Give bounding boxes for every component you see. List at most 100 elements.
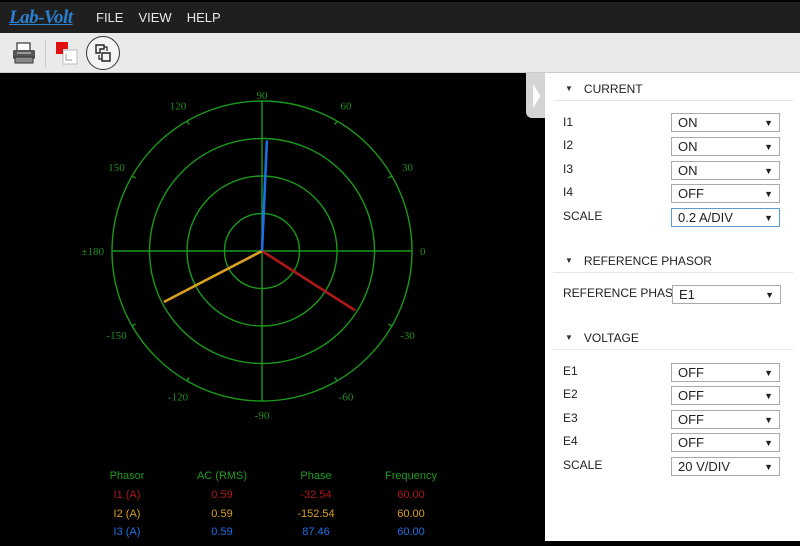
menu-bar: Lab-Volt FILE VIEW HELP bbox=[0, 0, 800, 33]
voltage-scale-label: SCALE bbox=[563, 458, 603, 472]
collapse-triangle-icon: ▼ bbox=[565, 333, 573, 342]
phasor-3 bbox=[260, 140, 269, 252]
table-header-phase: Phase bbox=[300, 470, 332, 482]
toolbar-separator bbox=[45, 39, 46, 67]
angle-label: -150 bbox=[106, 330, 127, 342]
angle-label: ±180 bbox=[81, 246, 104, 258]
dropdown-arrow-icon: ▼ bbox=[764, 437, 773, 448]
table-cell-rms-value: 0.59 bbox=[211, 507, 233, 520]
i3-select[interactable]: ON ▼ bbox=[671, 161, 780, 180]
angle-tick bbox=[131, 175, 136, 179]
print-icon bbox=[13, 42, 35, 64]
e1-label: E1 bbox=[563, 364, 578, 378]
i1-select[interactable]: ON ▼ bbox=[671, 113, 780, 132]
table-cell-phase-value: -152.54 bbox=[297, 507, 335, 520]
i1-label: I1 bbox=[563, 115, 574, 129]
angle-label: 60 bbox=[341, 101, 353, 113]
voltage-section-header[interactable]: ▼ VOLTAGE bbox=[553, 326, 793, 350]
reference-phasor-select[interactable]: E1 ▼ bbox=[672, 285, 781, 304]
e4-select-value: OFF bbox=[678, 435, 704, 450]
menu-help[interactable]: HELP bbox=[187, 10, 221, 25]
angle-tick bbox=[334, 377, 338, 382]
current-section-header[interactable]: ▼ CURRENT bbox=[553, 77, 793, 101]
table-header-phasor: Phasor bbox=[109, 470, 145, 482]
angle-tick bbox=[186, 377, 190, 382]
i2-select[interactable]: ON ▼ bbox=[671, 137, 780, 156]
current-scale-label: SCALE bbox=[563, 209, 603, 223]
dropdown-arrow-icon: ▼ bbox=[764, 165, 773, 176]
dropdown-arrow-icon: ▼ bbox=[764, 117, 773, 128]
angle-label: -90 bbox=[255, 410, 270, 422]
table-cell-frequency-value: 60.00 bbox=[397, 489, 425, 501]
i2-label: I2 bbox=[563, 138, 574, 152]
e1-select-value: OFF bbox=[678, 365, 704, 380]
dropdown-arrow-icon: ▼ bbox=[764, 461, 773, 472]
table-header-rms: AC (RMS) bbox=[196, 470, 248, 482]
phasor-2 bbox=[163, 249, 263, 304]
phasor-1 bbox=[261, 249, 356, 312]
e3-label: E3 bbox=[563, 411, 578, 425]
dropdown-arrow-icon: ▼ bbox=[764, 188, 773, 199]
voltage-scale-value: 20 V/DIV bbox=[678, 459, 731, 474]
reference-section-header[interactable]: ▼ REFERENCE PHASOR bbox=[553, 249, 793, 273]
i1-select-value: ON bbox=[678, 115, 698, 130]
table-cell-phase-value: 87.46 bbox=[302, 526, 330, 538]
voltage-section-title: VOLTAGE bbox=[583, 330, 639, 345]
table-cell-phasor-name: I1 (A) bbox=[113, 489, 141, 501]
settings-panel: ▼ CURRENT I1 ON ▼ I2 ON ▼ I3 ON ▼ I4 OFF ▼ S… bbox=[545, 73, 800, 541]
angle-tick bbox=[186, 120, 190, 125]
angle-tick bbox=[388, 323, 393, 327]
e2-label: E2 bbox=[563, 387, 578, 401]
dropdown-arrow-icon: ▼ bbox=[764, 212, 773, 223]
e3-select-value: OFF bbox=[678, 412, 704, 427]
current-section-title: CURRENT bbox=[583, 81, 643, 96]
e4-select[interactable]: OFF ▼ bbox=[671, 433, 780, 452]
dropdown-arrow-icon: ▼ bbox=[764, 141, 773, 152]
table-cell-frequency-value: 60.00 bbox=[397, 507, 425, 520]
phasor-plot-area: 0 30 60 90 120 150 ±180 -150 -120 -90 -60 -30 Phaso… bbox=[0, 73, 545, 541]
angle-label: 150 bbox=[108, 162, 125, 174]
toolbar bbox=[0, 33, 800, 73]
table-header-frequency: Frequency bbox=[385, 470, 437, 482]
e2-select[interactable]: OFF ▼ bbox=[671, 386, 780, 405]
angle-label: -30 bbox=[400, 330, 415, 342]
e2-select-value: OFF bbox=[678, 388, 704, 403]
angle-label: 30 bbox=[402, 162, 414, 174]
e1-select[interactable]: OFF ▼ bbox=[671, 363, 780, 382]
table-cell-frequency-value: 60.00 bbox=[397, 526, 425, 538]
angle-tick bbox=[334, 120, 338, 125]
menu-view[interactable]: VIEW bbox=[138, 10, 171, 25]
lab-volt-logo: Lab-Volt bbox=[9, 7, 81, 29]
overlay-button[interactable] bbox=[52, 38, 82, 68]
panel-toggle-button[interactable] bbox=[526, 73, 546, 118]
current-scale-value: 0.2 A/DIV bbox=[678, 210, 733, 225]
angle-label: 0 bbox=[420, 246, 426, 258]
angle-tick bbox=[131, 323, 136, 327]
table-cell-phase-value: -32.54 bbox=[300, 489, 332, 501]
reference-section-title: REFERENCE PHASOR bbox=[583, 253, 712, 268]
table-cell-rms-value: 0.59 bbox=[211, 489, 233, 501]
angle-label: 120 bbox=[170, 101, 187, 113]
menu-file[interactable]: FILE bbox=[96, 10, 123, 25]
swap-phasor-icon bbox=[95, 44, 111, 62]
i4-label: I4 bbox=[563, 185, 574, 199]
i2-select-value: ON bbox=[678, 139, 698, 154]
table-cell-rms-value: 0.59 bbox=[211, 526, 233, 538]
angle-label: 90 bbox=[257, 90, 269, 102]
i4-select-value: OFF bbox=[678, 186, 704, 201]
chevron-right-icon bbox=[532, 84, 541, 107]
collapse-triangle-icon: ▼ bbox=[565, 256, 573, 265]
voltage-scale-select[interactable]: 20 V/DIV ▼ bbox=[671, 457, 780, 476]
dropdown-arrow-icon: ▼ bbox=[764, 390, 773, 401]
swap-button[interactable] bbox=[86, 36, 120, 70]
e3-select[interactable]: OFF ▼ bbox=[671, 410, 780, 429]
dropdown-arrow-icon: ▼ bbox=[765, 289, 774, 300]
reference-phasor-value: E1 bbox=[679, 287, 695, 302]
angle-tick bbox=[388, 175, 393, 179]
angle-label: -60 bbox=[339, 391, 354, 403]
i4-select[interactable]: OFF ▼ bbox=[671, 184, 780, 203]
collapse-triangle-icon: ▼ bbox=[565, 84, 573, 93]
print-button[interactable] bbox=[9, 38, 39, 68]
i3-select-value: ON bbox=[678, 163, 698, 178]
current-scale-select[interactable]: 0.2 A/DIV ▼ bbox=[671, 208, 780, 227]
